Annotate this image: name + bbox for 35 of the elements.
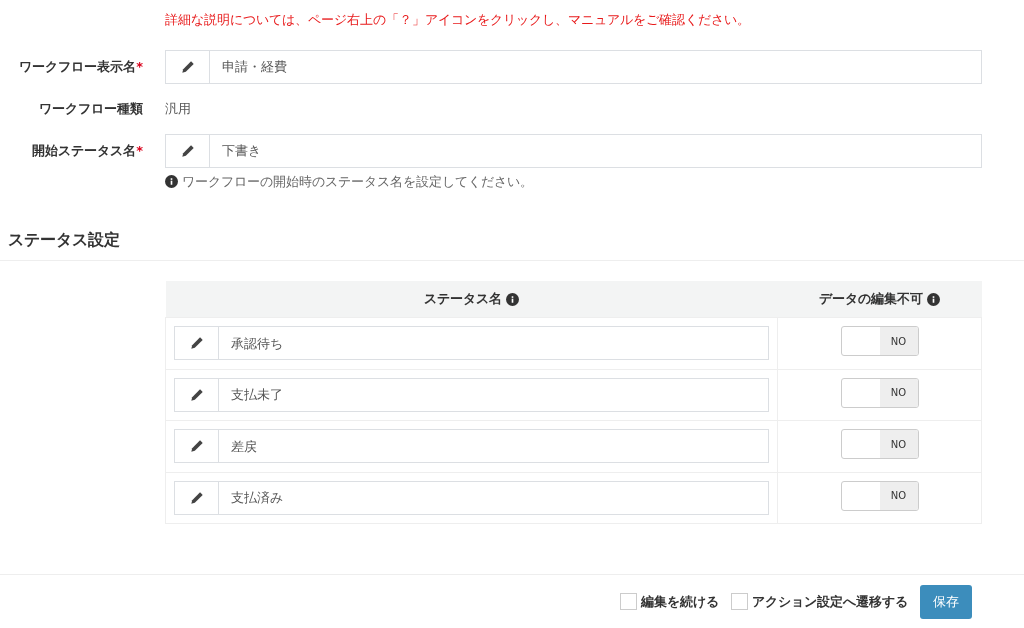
text-input[interactable]: 支払未了 — [219, 377, 769, 412]
pencil-icon — [189, 387, 204, 402]
field-label: ワークフロー表示名 — [19, 59, 137, 75]
checkbox-label[interactable]: アクション設定へ遷移する — [752, 592, 908, 612]
text-input[interactable]: 支払済み — [219, 480, 769, 515]
toggle-switch[interactable]: NO — [840, 377, 919, 408]
info-icon — [165, 175, 178, 189]
field-label: ワークフロー種類 — [39, 101, 143, 117]
text-input[interactable]: 承認待ち — [219, 326, 769, 361]
pencil-icon — [189, 336, 204, 351]
field-value: 汎用 — [165, 100, 191, 119]
toggle-switch[interactable]: NO — [840, 326, 919, 356]
help-text: ワークフローの開始時のステータス名を設定してください。 — [182, 173, 533, 191]
required-mark: * — [136, 59, 143, 75]
pencil-icon — [180, 60, 195, 74]
field-label: 開始ステータス名 — [32, 143, 137, 159]
column-header: データの編集不可 — [818, 291, 923, 306]
checkbox[interactable] — [731, 593, 748, 611]
toggle-switch[interactable]: NO — [840, 480, 919, 511]
required-mark: * — [136, 143, 143, 159]
info-icon — [927, 293, 941, 306]
notice-text: 詳細な説明については、ページ右上の「？」アイコンをクリックし、マニュアルをご確認ください。 — [165, 11, 751, 29]
pencil-icon — [189, 439, 204, 454]
text-input[interactable]: 申請・経費 — [210, 50, 982, 84]
info-icon — [506, 293, 520, 306]
text-input[interactable]: 差戻 — [219, 429, 769, 464]
toggle-switch[interactable]: NO — [840, 429, 919, 459]
checkbox[interactable] — [620, 593, 637, 611]
save-button[interactable]: 保存 — [920, 585, 972, 619]
checkbox-label[interactable]: 編集を続ける — [641, 592, 719, 612]
pencil-icon — [189, 490, 204, 505]
text-input[interactable]: 下書き — [210, 134, 982, 168]
section-title: ステータス設定 — [0, 191, 1024, 261]
pencil-icon — [180, 144, 195, 158]
column-header: ステータス名 — [423, 291, 502, 306]
